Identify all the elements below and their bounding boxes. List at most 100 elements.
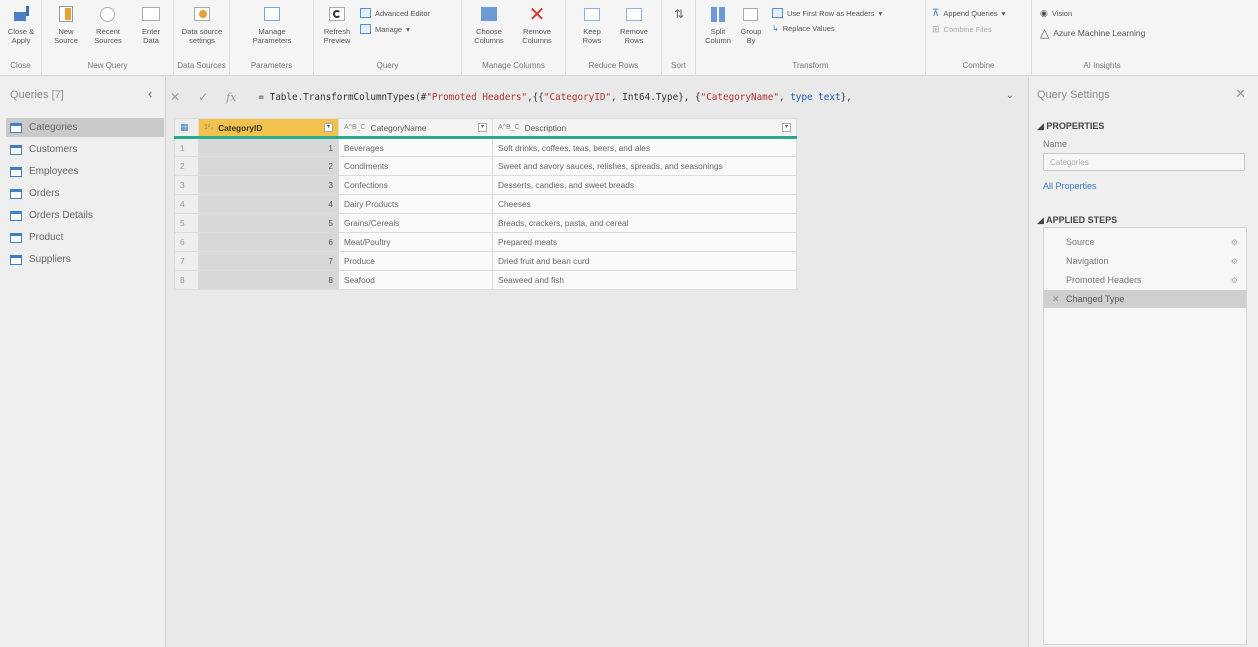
type-text-icon[interactable]: A^B_C [498, 124, 520, 131]
group-by-icon [740, 6, 762, 24]
formula-text[interactable]: = Table.TransformColumnTypes(#"Promoted … [258, 92, 851, 103]
gear-icon[interactable]: ⚙ [1231, 257, 1238, 266]
replace-values-icon: ↳ [772, 24, 779, 33]
type-int-icon[interactable]: 1²₃ [204, 124, 213, 131]
close-icon[interactable]: ✕ [1235, 86, 1246, 102]
step-navigation[interactable]: Navigation ⚙ [1044, 252, 1246, 270]
keep-rows-button[interactable]: Keep Rows [574, 6, 610, 45]
advanced-editor-button[interactable]: Advanced Editor [360, 8, 430, 18]
column-header-categoryname[interactable]: A^B_C CategoryName ▾ [338, 118, 493, 139]
manage-icon [360, 24, 371, 34]
vision-button[interactable]: ◉ Vision [1040, 8, 1072, 19]
close-group: Close & Apply Close [0, 0, 42, 76]
close-apply-button[interactable]: Close & Apply [4, 6, 38, 45]
split-column-button[interactable]: Split Column [702, 6, 734, 45]
query-item-orders[interactable]: Orders [6, 184, 164, 203]
ai-insights-group-label: AI Insights [1083, 61, 1121, 70]
sort-group: ⇅ Sort [662, 0, 696, 76]
query-item-product[interactable]: Product [6, 228, 164, 247]
table-icon [10, 232, 22, 243]
data-sources-group-label: Data Sources [177, 61, 226, 70]
step-source[interactable]: Source ⚙ [1044, 233, 1246, 251]
table-row: 4 4 Dairy Products Cheeses [174, 194, 797, 214]
data-grid: ▦ 1²₃ CategoryID ▾ A^B_C CategoryName ▾ A^B_… [174, 118, 797, 290]
query-item-categories[interactable]: Categories [6, 118, 164, 137]
choose-columns-button[interactable]: Choose Columns [468, 6, 510, 45]
remove-columns-button[interactable]: ✕ Remove Columns [514, 4, 560, 45]
remove-rows-button[interactable]: Remove Rows [614, 6, 654, 45]
collapse-chevron-icon[interactable]: ‹ [148, 86, 152, 101]
query-item-employees[interactable]: Employees [6, 162, 164, 181]
applied-steps-list: Source ⚙ Navigation ⚙ Promoted Headers ⚙ ✕ C… [1043, 227, 1247, 645]
filter-dropdown-icon[interactable]: ▾ [782, 123, 791, 132]
refresh-icon [326, 6, 348, 24]
table-row: 1 1 Beverages Soft drinks, coffees, teas, b… [174, 137, 797, 157]
gear-icon[interactable]: ⚙ [1231, 238, 1238, 247]
enter-data-button[interactable]: Enter Data [134, 6, 168, 45]
manage-query-button[interactable]: Manage ▾ [360, 24, 410, 34]
properties-header[interactable]: ◢ PROPERTIES [1037, 121, 1104, 132]
step-changed-type[interactable]: ✕ Changed Type [1044, 290, 1246, 308]
reduce-rows-group-label: Reduce Rows [588, 61, 639, 70]
remove-columns-icon: ✕ [528, 4, 546, 26]
reduce-rows-group: Keep Rows Remove Rows Reduce Rows [566, 0, 662, 76]
column-header-categoryid[interactable]: 1²₃ CategoryID ▾ [198, 118, 339, 139]
enter-data-icon [140, 6, 162, 24]
table-row: 8 8 Seafood Seaweed and fish [174, 270, 797, 290]
column-header-description[interactable]: A^B_C Description ▾ [492, 118, 797, 139]
data-source-settings-icon [191, 6, 213, 24]
cancel-icon[interactable]: ✕ [170, 90, 180, 104]
name-label: Name [1043, 139, 1068, 149]
query-item-orders-details[interactable]: Orders Details [6, 206, 164, 225]
query-item-customers[interactable]: Customers [6, 140, 164, 159]
filter-dropdown-icon[interactable]: ▾ [324, 123, 333, 132]
manage-columns-group-label: Manage Columns [482, 61, 545, 70]
first-row-headers-icon [772, 8, 783, 18]
new-query-group: New Source Recent Sources Enter Data New… [42, 0, 174, 76]
commit-check-icon[interactable]: ✓ [198, 90, 208, 104]
vision-icon: ◉ [1040, 8, 1048, 18]
filter-dropdown-icon[interactable]: ▾ [478, 123, 487, 132]
step-promoted-headers[interactable]: Promoted Headers ⚙ [1044, 271, 1246, 289]
group-by-button[interactable]: Group By [736, 6, 766, 45]
table-icon [10, 254, 22, 265]
replace-values-button[interactable]: ↳ Replace Values [772, 24, 835, 33]
formula-bar[interactable]: ✕ ✓ fx = Table.TransformColumnTypes(#"Pr… [170, 86, 1020, 108]
append-queries-button[interactable]: ⊼ Append Queries ▾ [932, 8, 1005, 19]
data-source-settings-button[interactable]: Data source settings [180, 6, 224, 45]
azure-ml-button[interactable]: △ Azure Machine Learning [1040, 26, 1145, 40]
ai-insights-group: ◉ Vision △ Azure Machine Learning AI Insig… [1032, 0, 1172, 76]
formula-expand-chevron-icon[interactable]: ⌄ [1006, 90, 1014, 101]
use-first-row-headers-button[interactable]: Use First Row as Headers ▾ [772, 8, 882, 18]
query-name-input[interactable]: Categories [1043, 153, 1245, 171]
recent-sources-icon [97, 6, 119, 24]
sort-button[interactable]: ⇅ [670, 7, 688, 31]
new-query-group-label: New Query [87, 61, 128, 70]
query-item-suppliers[interactable]: Suppliers [6, 250, 164, 269]
advanced-editor-icon [360, 8, 371, 18]
applied-steps-header[interactable]: ◢ APPLIED STEPS [1037, 215, 1117, 226]
recent-sources-button[interactable]: Recent Sources [88, 6, 128, 45]
sort-icon: ⇅ [673, 7, 685, 21]
query-settings-pane: Query Settings ✕ ◢ PROPERTIES Name Categ… [1028, 77, 1258, 647]
combine-files-button[interactable]: ⊞ Combine Files [932, 24, 991, 35]
table-menu-icon[interactable]: ▦ [174, 118, 199, 139]
delete-step-icon[interactable]: ✕ [1052, 294, 1060, 305]
combine-group-label: Combine [962, 61, 995, 70]
refresh-preview-button[interactable]: Refresh Preview [320, 6, 354, 45]
manage-parameters-button[interactable]: Manage Parameters [250, 6, 294, 45]
table-icon [10, 122, 22, 133]
table-icon [10, 144, 22, 155]
queries-pane: Queries [7] ‹ Categories Customers Emplo… [0, 77, 166, 647]
combine-group: ⊼ Append Queries ▾ ⊞ Combine Files Combine [926, 0, 1032, 76]
gear-icon[interactable]: ⚙ [1231, 276, 1238, 285]
fx-icon[interactable]: fx [226, 91, 236, 104]
remove-rows-icon [623, 6, 645, 24]
type-text-icon[interactable]: A^B_C [344, 124, 366, 131]
parameters-group: Manage Parameters Parameters [230, 0, 314, 76]
transform-group-label: Transform [792, 61, 829, 70]
new-source-button[interactable]: New Source [48, 6, 84, 45]
sort-group-label: Sort [671, 61, 686, 70]
combine-files-icon: ⊞ [932, 24, 940, 34]
all-properties-link[interactable]: All Properties [1043, 181, 1097, 191]
